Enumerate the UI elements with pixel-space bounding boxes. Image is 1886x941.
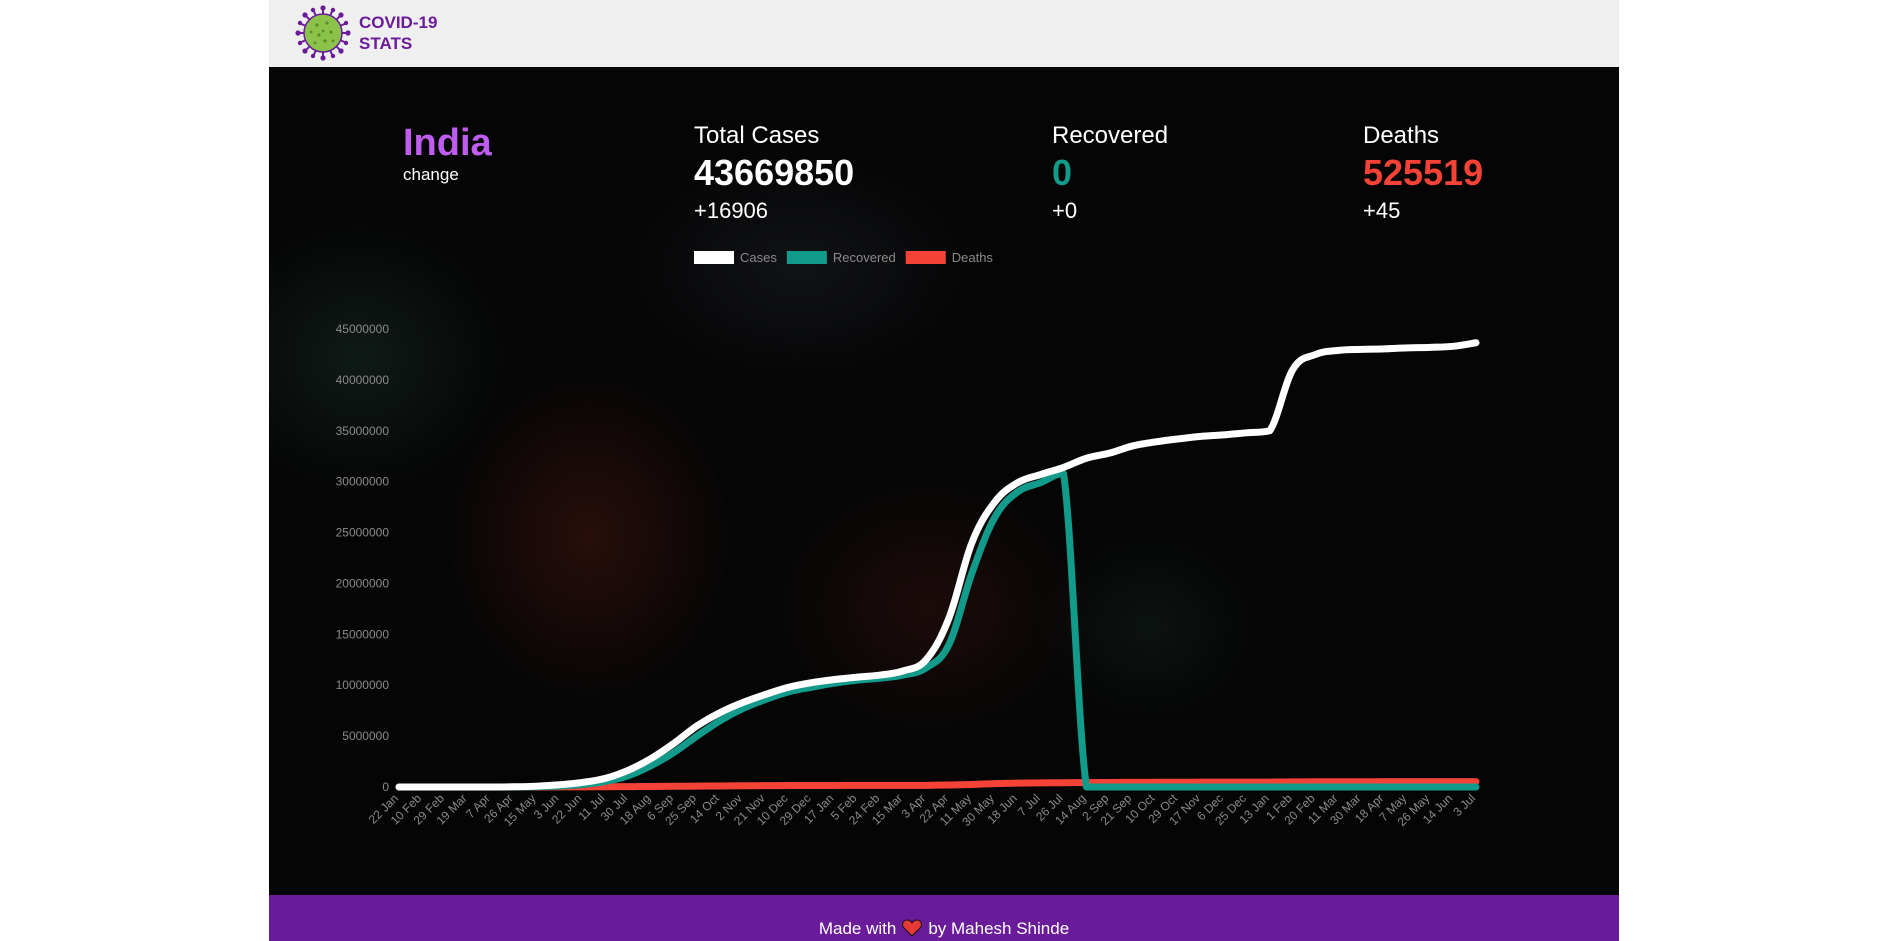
y-tick-label: 45000000	[336, 322, 390, 336]
covid-line-chart[interactable]: 0 5000000 10000000 15000000 20000000 25000000…	[269, 67, 1619, 895]
y-tick-label: 10000000	[336, 678, 390, 692]
legend-label: Deaths	[952, 250, 994, 265]
header-bar: COVID-19 STATS	[269, 0, 1619, 67]
y-tick-label: 0	[382, 780, 389, 794]
y-tick-label: 25000000	[336, 526, 390, 540]
footer-bar: Made with by Mahesh Shinde	[269, 895, 1619, 941]
legend-swatch	[905, 251, 946, 264]
legend-label: Cases	[740, 250, 777, 265]
y-tick-label: 20000000	[336, 576, 390, 590]
brand-line-1: COVID-19	[359, 13, 438, 32]
y-tick-label: 35000000	[336, 424, 390, 438]
legend-label: Recovered	[833, 250, 896, 265]
footer-author: by Mahesh Shinde	[928, 919, 1070, 938]
brand-name: COVID-19 STATS	[359, 12, 437, 54]
footer-made-with: Made with	[818, 919, 897, 938]
x-tick-label: 3 Jul	[1450, 791, 1478, 819]
legend-swatch	[786, 251, 827, 264]
y-tick-label: 15000000	[336, 627, 390, 641]
y-tick-label: 40000000	[336, 373, 390, 387]
main-panel: India change Total Cases 43669850 +16906…	[269, 67, 1619, 895]
virus-icon	[295, 5, 351, 61]
legend-swatch	[694, 251, 734, 264]
y-tick-label: 5000000	[342, 729, 389, 743]
brand-line-2: STATS	[359, 34, 413, 53]
series-line-cases	[395, 339, 1480, 791]
series-line-recovered	[395, 470, 1480, 791]
heart-icon	[902, 919, 923, 937]
app-container: COVID-19 STATS India change Total Cases …	[269, 0, 1619, 941]
y-tick-label: 30000000	[336, 475, 390, 489]
footer-credit: Made with by Mahesh Shinde	[269, 919, 1619, 939]
